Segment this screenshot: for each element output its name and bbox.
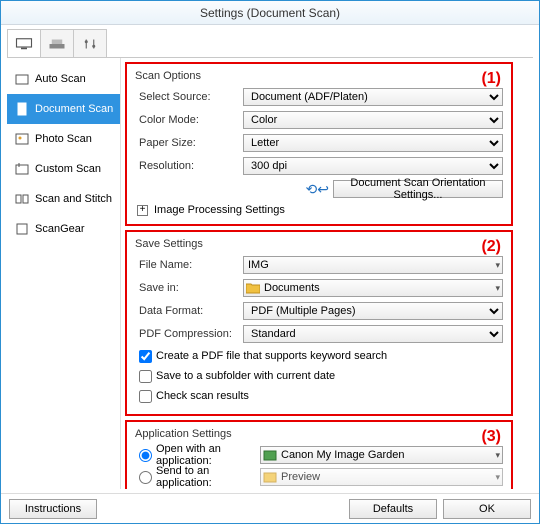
sidebar-item-label: Photo Scan xyxy=(35,133,92,145)
resolution-label: Resolution: xyxy=(135,160,243,172)
keyword-search-checkbox[interactable] xyxy=(139,350,152,363)
document-scan-icon xyxy=(15,102,29,116)
check-results-label: Check scan results xyxy=(156,390,249,402)
annotation-2: (2) xyxy=(481,238,501,256)
stitch-icon xyxy=(15,192,29,206)
top-tabs xyxy=(7,29,533,58)
window-title: Settings (Document Scan) xyxy=(200,6,340,20)
custom-scan-icon xyxy=(15,162,29,176)
image-processing-label: Image Processing Settings xyxy=(154,204,285,216)
scan-options-group: (1) Scan Options Select Source:Document … xyxy=(125,62,513,226)
ok-button[interactable]: OK xyxy=(443,499,531,519)
monitor-icon xyxy=(15,37,33,51)
refresh-icon[interactable]: ⟲↩ xyxy=(306,181,329,198)
sidebar-item-scangear[interactable]: ScanGear xyxy=(7,214,120,244)
send-app-radio[interactable] xyxy=(139,471,152,484)
app-icon xyxy=(263,450,277,461)
chevron-down-icon: ▾ xyxy=(495,283,500,294)
sidebar-item-label: Auto Scan xyxy=(35,73,86,85)
subfolder-checkbox[interactable] xyxy=(139,370,152,383)
select-source-dropdown[interactable]: Document (ADF/Platen) xyxy=(243,88,503,106)
scanner-icon xyxy=(48,37,66,51)
content: Auto Scan Document Scan Photo Scan Custo… xyxy=(1,25,539,493)
select-source-label: Select Source: xyxy=(135,91,243,103)
data-format-dropdown[interactable]: PDF (Multiple Pages) xyxy=(243,302,503,320)
defaults-button[interactable]: Defaults xyxy=(349,499,437,519)
chevron-down-icon: ▾ xyxy=(495,450,500,461)
sidebar-item-auto-scan[interactable]: Auto Scan xyxy=(7,64,120,94)
sidebar-item-label: ScanGear xyxy=(35,223,85,235)
keyword-search-label: Create a PDF file that supports keyword … xyxy=(156,350,387,362)
tab-scan-from-device[interactable] xyxy=(40,29,74,57)
pdf-compression-dropdown[interactable]: Standard xyxy=(243,325,503,343)
scangear-icon xyxy=(15,222,29,236)
tab-scan-from-pc[interactable] xyxy=(7,29,41,57)
orientation-settings-button[interactable]: Document Scan Orientation Settings... xyxy=(333,180,503,198)
auto-scan-icon xyxy=(15,72,29,86)
save-in-dropdown[interactable]: Documents▾ xyxy=(243,279,503,297)
paper-size-label: Paper Size: xyxy=(135,137,243,149)
check-results-checkbox[interactable] xyxy=(139,390,152,403)
open-with-radio[interactable] xyxy=(139,449,152,462)
send-app-dropdown[interactable]: Preview▾ xyxy=(260,468,503,486)
open-with-label: Open with an application: xyxy=(156,443,260,467)
data-format-label: Data Format: xyxy=(135,305,243,317)
chevron-down-icon: ▾ xyxy=(495,472,500,483)
settings-panel[interactable]: (1) Scan Options Select Source:Document … xyxy=(121,58,519,489)
scrollbar[interactable] xyxy=(519,58,533,489)
tab-preferences[interactable] xyxy=(73,29,107,57)
send-app-label: Send to an application: xyxy=(156,465,260,489)
sidebar-item-photo-scan[interactable]: Photo Scan xyxy=(7,124,120,154)
sidebar-item-label: Document Scan xyxy=(35,103,113,115)
image-processing-expander[interactable]: + Image Processing Settings xyxy=(135,204,503,216)
scan-options-title: Scan Options xyxy=(135,70,503,82)
main-area: Auto Scan Document Scan Photo Scan Custo… xyxy=(7,58,533,489)
color-mode-label: Color Mode: xyxy=(135,114,243,126)
subfolder-label: Save to a subfolder with current date xyxy=(156,370,335,382)
instructions-button[interactable]: Instructions xyxy=(9,499,97,519)
pdf-compression-label: PDF Compression: xyxy=(135,328,243,340)
photo-scan-icon xyxy=(15,132,29,146)
sidebar-item-custom-scan[interactable]: Custom Scan xyxy=(7,154,120,184)
save-settings-group: (2) Save Settings File Name:IMG▾ Save in… xyxy=(125,230,513,416)
plus-icon: + xyxy=(137,205,148,216)
annotation-3: (3) xyxy=(481,428,501,446)
sidebar-item-label: Custom Scan xyxy=(35,163,101,175)
application-settings-title: Application Settings xyxy=(135,428,503,440)
sliders-icon xyxy=(81,37,99,51)
sidebar-item-scan-and-stitch[interactable]: Scan and Stitch xyxy=(7,184,120,214)
sidebar: Auto Scan Document Scan Photo Scan Custo… xyxy=(7,58,121,489)
chevron-down-icon: ▾ xyxy=(495,260,500,271)
annotation-1: (1) xyxy=(481,70,501,88)
file-name-field[interactable]: IMG▾ xyxy=(243,256,503,274)
save-in-label: Save in: xyxy=(135,282,243,294)
sidebar-item-document-scan[interactable]: Document Scan xyxy=(7,94,120,124)
application-settings-group: (3) Application Settings Open with an ap… xyxy=(125,420,513,489)
folder-icon xyxy=(246,283,260,294)
file-name-label: File Name: xyxy=(135,259,243,271)
bottom-bar: Instructions Defaults OK xyxy=(1,493,539,523)
sidebar-item-label: Scan and Stitch xyxy=(35,193,112,205)
settings-window: Settings (Document Scan) Auto Scan Docum… xyxy=(0,0,540,524)
save-settings-title: Save Settings xyxy=(135,238,503,250)
color-mode-dropdown[interactable]: Color xyxy=(243,111,503,129)
titlebar: Settings (Document Scan) xyxy=(1,1,539,25)
open-with-dropdown[interactable]: Canon My Image Garden▾ xyxy=(260,446,503,464)
resolution-dropdown[interactable]: 300 dpi xyxy=(243,157,503,175)
paper-size-dropdown[interactable]: Letter xyxy=(243,134,503,152)
preview-icon xyxy=(263,472,277,483)
